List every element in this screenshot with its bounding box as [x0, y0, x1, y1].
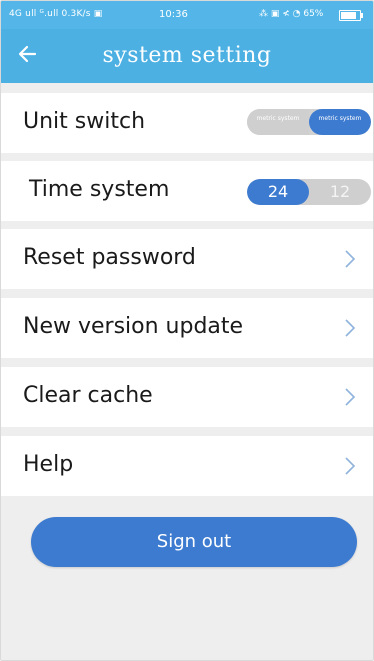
reset-password-row[interactable]: Reset password	[1, 229, 373, 289]
unit-option-on[interactable]: metric system	[309, 109, 371, 135]
page-title: system setting	[102, 43, 272, 68]
status-time: 10:36	[159, 9, 188, 20]
clear-cache-row[interactable]: Clear cache	[1, 367, 373, 427]
new-version-update-row[interactable]: New version update	[1, 298, 373, 358]
chevron-right-icon	[345, 388, 356, 406]
chevron-right-icon	[345, 319, 356, 337]
unit-switch-row: Unit switch metric system metric system	[1, 93, 373, 153]
time-system-label: Time system	[29, 177, 170, 202]
reset-password-label: Reset password	[23, 245, 196, 270]
unit-switch-label: Unit switch	[23, 109, 146, 134]
chevron-right-icon	[345, 250, 356, 268]
help-row[interactable]: Help	[1, 436, 373, 496]
new-version-update-label: New version update	[23, 314, 244, 339]
unit-option-off[interactable]: metric system	[247, 109, 309, 135]
help-label: Help	[23, 452, 74, 477]
time-system-row: Time system 24 12	[1, 161, 373, 221]
status-icons: ⁂ ▣ ≮ ◔ 65%	[259, 9, 324, 19]
status-bar: 4G ull ᴳ.ull 0.3K/s ▣ 10:36 ⁂ ▣ ≮ ◔ 65%	[1, 1, 373, 29]
signal-indicators: 4G ull ᴳ.ull 0.3K/s ▣	[9, 9, 103, 19]
time-option-24[interactable]: 24	[247, 179, 309, 205]
app-header: system setting	[1, 29, 373, 83]
sign-out-button[interactable]: Sign out	[31, 517, 357, 567]
battery-icon	[339, 10, 363, 21]
chevron-right-icon	[345, 457, 356, 475]
clear-cache-label: Clear cache	[23, 383, 153, 408]
phone-screen: 4G ull ᴳ.ull 0.3K/s ▣ 10:36 ⁂ ▣ ≮ ◔ 65% …	[0, 0, 374, 661]
time-system-toggle[interactable]: 24 12	[247, 179, 371, 205]
time-option-12[interactable]: 12	[309, 179, 371, 205]
unit-switch-toggle[interactable]: metric system metric system	[247, 109, 371, 135]
